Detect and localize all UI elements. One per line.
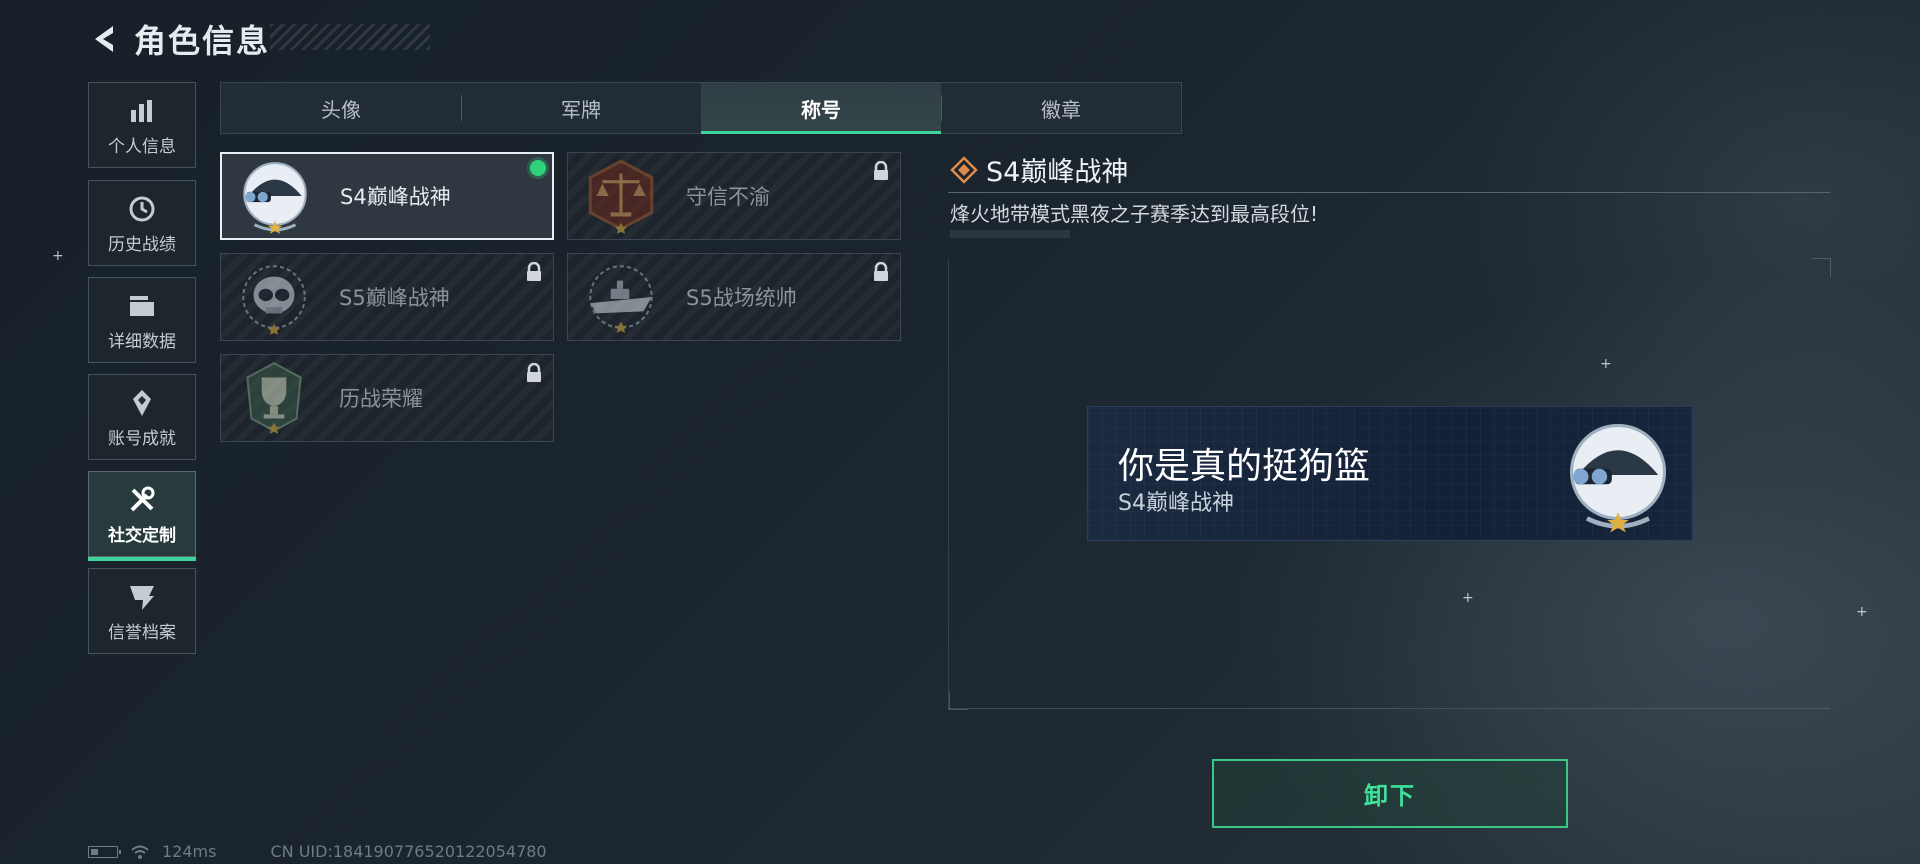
sidebar-item-label: 详细数据 [108,331,176,352]
scales-emblem-icon [578,153,664,239]
banner-player-name: 你是真的挺狗篮 [1118,446,1371,487]
tab-title[interactable]: 称号 [701,83,941,134]
lock-icon [874,161,888,180]
tools-icon [125,483,159,517]
sidebar-item-label: 社交定制 [108,525,176,546]
helmet-emblem-icon [232,153,318,239]
title-card-name: 守信不渝 [686,185,770,209]
lock-icon [874,262,888,281]
title-card-name: S5战场统帅 [686,286,797,310]
detail-description: 烽火地带模式黑夜之子赛季达到最高段位! [950,202,1319,226]
page-header: 角色信息 [88,18,270,60]
sidebar-item-credit-record[interactable]: 信誉档案 [88,568,196,654]
battery-icon [88,845,121,858]
ping-text: 124ms [162,842,217,861]
sidebar-item-social-custom[interactable]: 社交定制 [88,471,196,561]
description-sub-decor [950,230,1070,238]
back-arrow-icon [95,26,113,52]
tab-bar: 头像 军牌 称号 徽章 [220,82,1182,134]
sidebar-item-label: 历史战绩 [108,234,176,255]
preview-divider [948,708,1830,709]
title-diamond-icon [950,155,978,184]
title-card-battle-glory[interactable]: 历战荣耀 [220,354,554,442]
tab-badge[interactable]: 徽章 [941,83,1181,133]
history-icon [125,192,159,226]
bar-chart-icon [125,94,159,128]
lock-icon [527,363,541,382]
trophy-emblem-icon [231,355,317,441]
folder-icon [125,289,159,323]
sidebar-item-label: 账号成就 [108,428,176,449]
title-card-s5-peak-god[interactable]: S5巅峰战神 [220,253,554,341]
uid-text: CN UID:184190776520122054780 [270,842,547,861]
sidebar-item-detail-data[interactable]: 详细数据 [88,277,196,363]
helmet-emblem-icon [1569,423,1667,533]
credit-icon [125,580,159,614]
sparkle-decor: + [1856,604,1868,620]
detail-header: S4巅峰战神 [950,150,1128,189]
title-card-keep-faith[interactable]: 守信不渝 [567,152,901,240]
skull-emblem-icon [231,254,317,340]
detail-divider [948,192,1830,193]
sidebar-item-history[interactable]: 历史战绩 [88,180,196,266]
title-preview-banner: 你是真的挺狗篮 S4巅峰战神 [1087,406,1693,541]
banner-title: S4巅峰战神 [1118,491,1234,516]
wifi-icon [131,845,149,859]
lock-icon [527,262,541,281]
title-card-name: S4巅峰战神 [340,185,451,209]
sparkle-decor: + [52,248,64,264]
achievement-icon [125,386,159,420]
sidebar-item-personal-info[interactable]: 个人信息 [88,82,196,168]
title-card-s5-battlefield-commander[interactable]: S5战场统帅 [567,253,901,341]
unequip-button[interactable]: 卸下 [1212,759,1568,828]
title-card-name: 历战荣耀 [339,387,423,411]
equipped-indicator-icon [530,160,546,176]
sidebar-item-achievements[interactable]: 账号成就 [88,374,196,460]
title-stripe-decor [270,24,430,50]
title-card-s4-peak-god[interactable]: S4巅峰战神 [220,152,554,240]
tab-avatar[interactable]: 头像 [221,83,461,133]
tab-military-tag[interactable]: 军牌 [461,83,701,133]
sidebar-item-label: 信誉档案 [108,622,176,643]
back-button[interactable] [88,23,120,55]
status-bar: 124ms CN UID:184190776520122054780 [88,842,547,861]
detail-title: S4巅峰战神 [986,157,1129,188]
title-card-name: S5巅峰战神 [339,286,450,310]
sidebar-item-label: 个人信息 [108,136,176,157]
page-title: 角色信息 [134,22,271,60]
warship-emblem-icon [578,254,664,340]
